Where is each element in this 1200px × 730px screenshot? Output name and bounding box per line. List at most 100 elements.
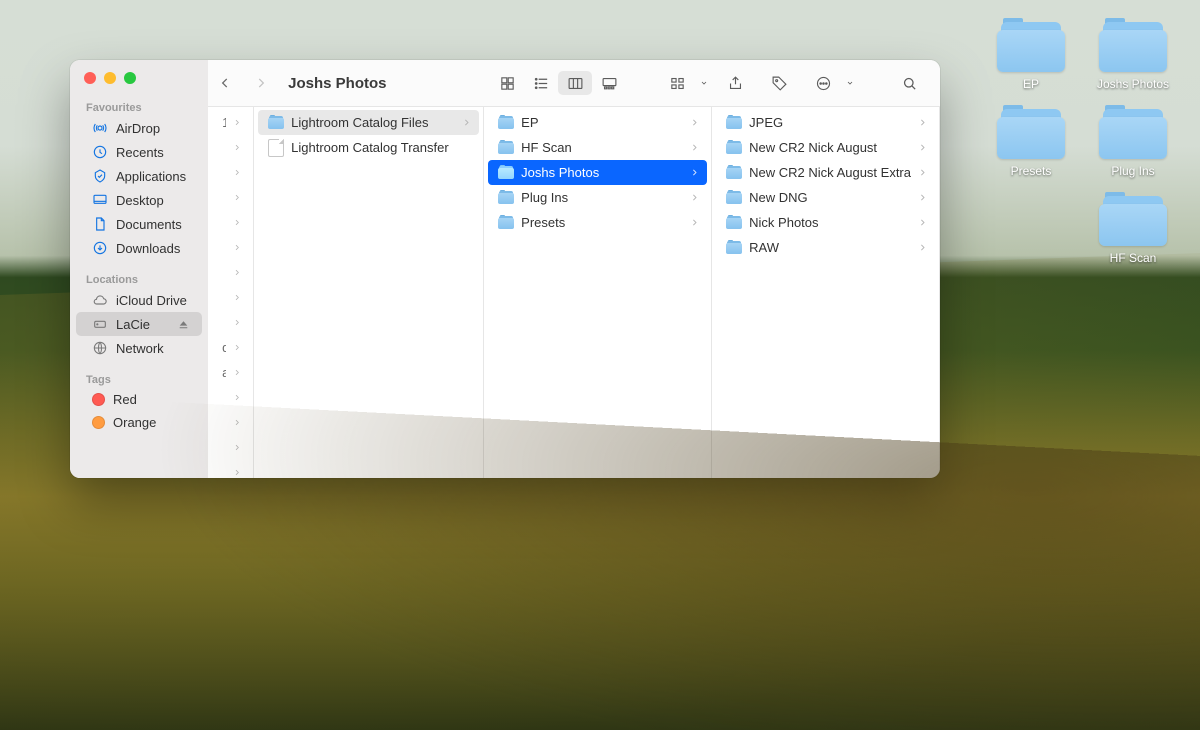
sidebar-tag-orange[interactable]: Orange [76,411,202,434]
sidebar-item-icloud[interactable]: iCloud Drive [76,288,202,312]
list-item[interactable]: EP [488,110,707,135]
sidebar-tag-red[interactable]: Red [76,388,202,411]
chevron-left-icon [218,76,232,90]
sidebar-item-lacie[interactable]: LaCie [76,312,202,336]
folder-icon [997,22,1065,72]
list-item-label: Nick Photos [749,215,911,230]
list-item[interactable]: New CR2 Nick August [716,135,935,160]
chevron-right-icon [233,268,241,277]
view-grid-button[interactable] [490,71,524,95]
list-item[interactable]: New DNG [716,185,935,210]
list-item[interactable]: Nick Photos [716,210,935,235]
column-partial[interactable]: 17 dfant [208,107,254,478]
list-item-label [222,221,226,225]
list-item[interactable]: New CR2 Nick August Extra [716,160,935,185]
column-2[interactable]: EP HF Scan Joshs Photos Plug Ins Presets [484,107,712,478]
list-item-label: Presets [521,215,683,230]
folder-icon [498,166,514,179]
chevron-right-icon [233,368,241,377]
tag-dot-icon [92,393,105,406]
search-button[interactable] [892,71,926,95]
close-button[interactable] [84,72,96,84]
list-item[interactable]: JPEG [716,110,935,135]
desktop-icons: EP Joshs Photos Presets Plug Ins HF Scan [990,22,1190,265]
download-icon [92,240,108,256]
list-item[interactable] [212,435,249,460]
list-item[interactable]: Joshs Photos [488,160,707,185]
window-title: Joshs Photos [288,75,386,92]
list-item[interactable]: Presets [488,210,707,235]
list-item[interactable] [212,260,249,285]
column-1[interactable]: Lightroom Catalog FilesLightroom Catalog… [254,107,484,478]
tag-button[interactable] [762,71,796,95]
eject-icon[interactable] [177,318,190,331]
list-item[interactable]: df [212,335,249,360]
list-item[interactable] [212,410,249,435]
list-item[interactable]: HF Scan [488,135,707,160]
list-item[interactable]: 17 [212,110,249,135]
list-item-label [222,271,226,275]
share-button[interactable] [718,71,752,95]
list-item-label: Plug Ins [521,190,683,205]
desktop[interactable]: EP Joshs Photos Presets Plug Ins HF Scan… [0,0,1200,730]
more-button[interactable] [806,71,840,95]
list-item-label [222,446,226,450]
forward-button[interactable] [248,70,274,96]
sidebar-item-documents[interactable]: Documents [76,212,202,236]
list-item[interactable] [212,160,249,185]
list-item[interactable]: RAW [716,235,935,260]
list-item[interactable] [212,210,249,235]
sidebar: Favourites AirDrop Recents Applications … [70,60,208,478]
fullscreen-button[interactable] [124,72,136,84]
column-3[interactable]: JPEG New CR2 Nick AugustNew CR2 Nick Augu… [712,107,940,478]
list-item[interactable] [212,385,249,410]
sidebar-item-network[interactable]: Network [76,336,202,360]
back-button[interactable] [212,70,238,96]
list-item[interactable] [212,135,249,160]
desktop-folder-joshs-photos[interactable]: Joshs Photos [1092,22,1174,91]
sidebar-item-airdrop[interactable]: AirDrop [76,116,202,140]
list-item[interactable] [212,310,249,335]
folder-icon [1099,196,1167,246]
desktop-folder-hf-scan[interactable]: HF Scan [1092,196,1174,265]
folder-icon [498,116,514,129]
list-item[interactable]: Lightroom Catalog Files [258,110,479,135]
list-item[interactable]: ant [212,360,249,385]
folder-icon [498,216,514,229]
minimize-button[interactable] [104,72,116,84]
desktop-folder-presets[interactable]: Presets [990,109,1072,178]
chevron-right-icon [918,218,927,227]
sidebar-item-downloads[interactable]: Downloads [76,236,202,260]
sidebar-section-favourites: Favourites [70,98,208,116]
list-item[interactable] [212,185,249,210]
globe-icon [92,340,108,356]
list-item-label: New DNG [749,190,911,205]
chevron-right-icon [233,418,241,427]
chevron-right-icon [690,168,699,177]
list-item[interactable] [212,460,249,478]
window-controls [70,68,208,98]
desktop-folder-plug-ins[interactable]: Plug Ins [1092,109,1174,178]
list-item[interactable] [212,235,249,260]
list-item-label: HF Scan [521,140,683,155]
sidebar-item-desktop[interactable]: Desktop [76,188,202,212]
finder-window[interactable]: Favourites AirDrop Recents Applications … [70,60,940,478]
chevron-right-icon [233,193,241,202]
sidebar-item-recents[interactable]: Recents [76,140,202,164]
group-button[interactable] [660,71,694,95]
view-columns-button[interactable] [558,71,592,95]
list-item[interactable]: Plug Ins [488,185,707,210]
desktop-folder-ep[interactable]: EP [990,22,1072,91]
list-item-label: 17 [222,113,226,132]
chevron-right-icon [233,443,241,452]
list-item-label: JPEG [749,115,911,130]
sidebar-item-label: Downloads [116,241,190,256]
sidebar-item-label: AirDrop [116,121,190,136]
view-list-button[interactable] [524,71,558,95]
list-item[interactable]: Lightroom Catalog Transfer [258,135,479,160]
sidebar-item-label: Desktop [116,193,190,208]
chevron-right-icon [690,143,699,152]
list-item[interactable] [212,285,249,310]
view-gallery-button[interactable] [592,71,626,95]
sidebar-item-applications[interactable]: Applications [76,164,202,188]
